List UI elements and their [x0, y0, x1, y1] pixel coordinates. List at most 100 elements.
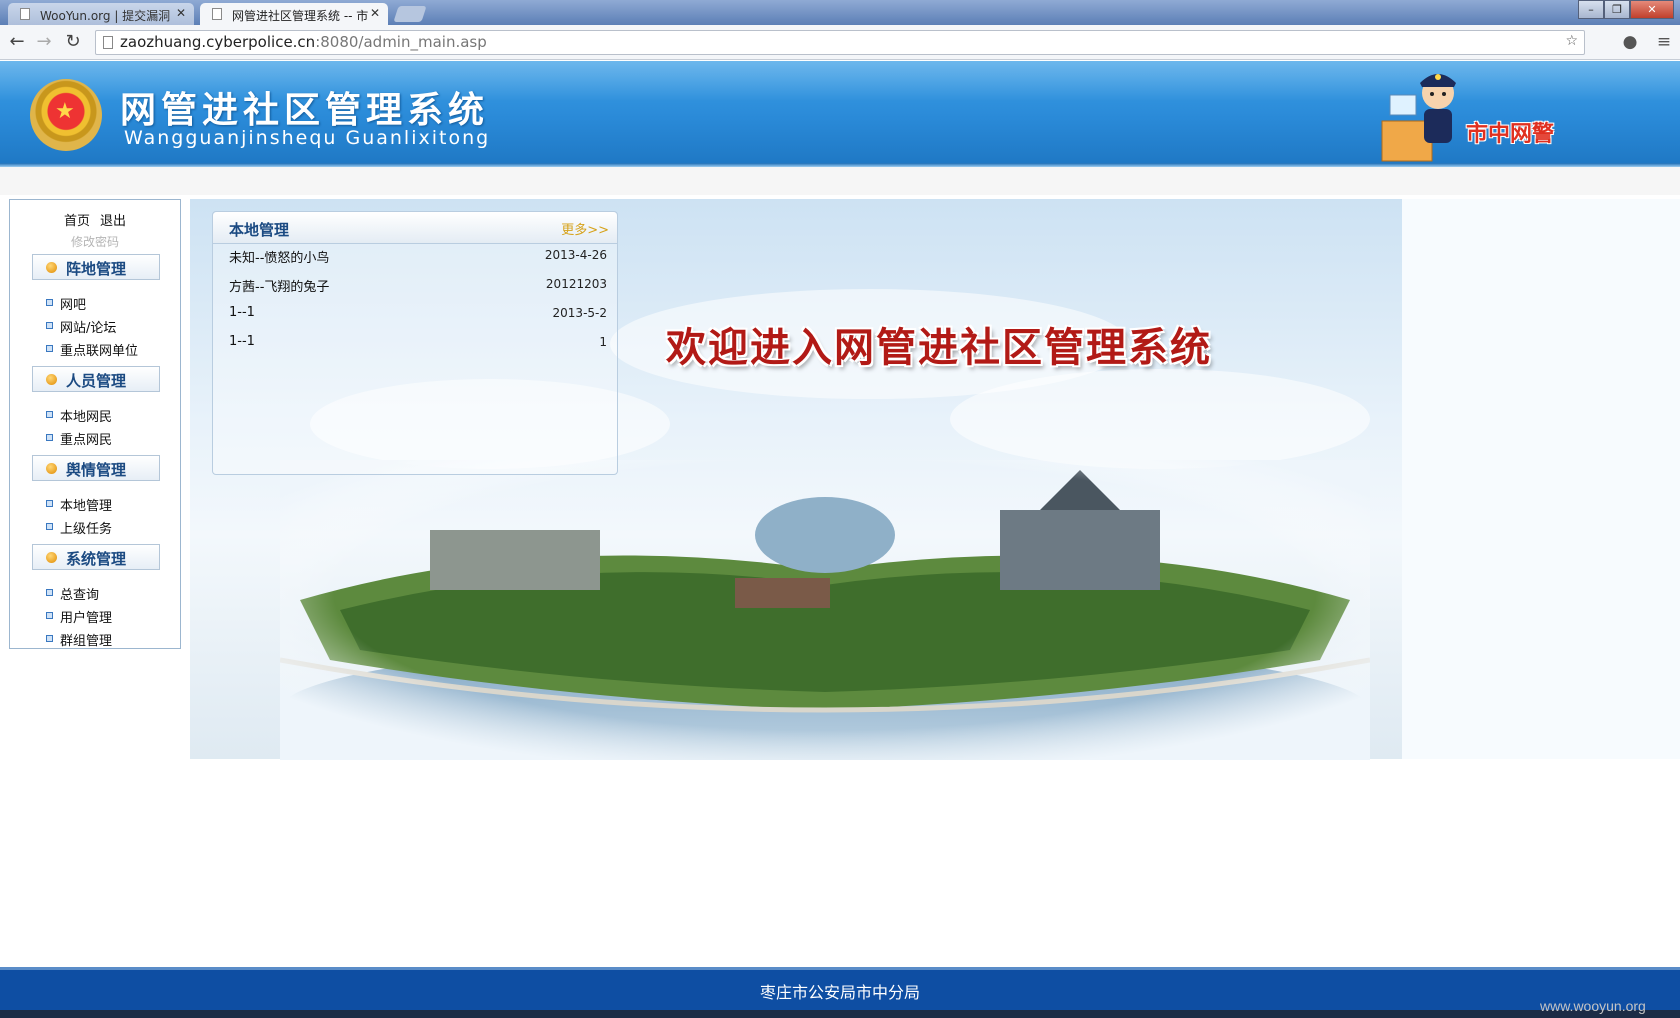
tab-admin-main[interactable]: 网管进社区管理系统 -- 市 ✕ [200, 3, 388, 25]
section-title: 系统管理 [66, 550, 127, 568]
section-opinion-management[interactable]: 舆情管理 [32, 455, 160, 481]
bullet-icon [46, 434, 53, 441]
bullet-icon [46, 345, 53, 352]
site-footer: 枣庄市公安局市中分局 [0, 970, 1680, 1010]
browser-titlebar: WooYun.org | 提交漏洞 ✕ 网管进社区管理系统 -- 市 ✕ – ❐… [0, 0, 1680, 25]
expand-orb-icon [46, 463, 57, 474]
os-taskbar [0, 1010, 1680, 1018]
expand-orb-icon [46, 262, 57, 273]
browser-toolbar: ← → ↻ zaozhuang.cyberpolice.cn:8080/admi… [0, 25, 1680, 60]
bullet-icon [46, 411, 53, 418]
close-window-button[interactable]: ✕ [1630, 0, 1674, 19]
park-landscape-illustration [280, 460, 1370, 760]
bullet-icon [46, 322, 53, 329]
list-item-title[interactable]: 1--1 [229, 305, 255, 320]
list-item: 1--1 1 [229, 332, 607, 354]
list-item-date: 2013-5-2 [552, 306, 607, 320]
expand-orb-icon [46, 552, 57, 563]
window-controls: – ❐ ✕ [1578, 0, 1674, 19]
list-item: 方茜--飞翔的兔子 20121203 [229, 274, 607, 296]
list-item: 未知--愤怒的小鸟 2013-4-26 [229, 245, 607, 267]
logout-link[interactable]: 退出 [100, 214, 126, 229]
bullet-icon [46, 635, 53, 642]
bullet-icon [46, 500, 53, 507]
bullet-icon [46, 523, 53, 530]
sidebar-item-website-forum[interactable]: 网站/论坛 [46, 317, 116, 336]
restore-button[interactable]: ❐ [1604, 0, 1630, 19]
section-position-management[interactable]: 阵地管理 [32, 254, 160, 280]
section-title: 人员管理 [66, 372, 127, 390]
forward-arrow-icon[interactable]: → [33, 31, 55, 53]
site-header: ★ 网管进社区管理系统 Wangguanjinshequ Guanlixiton… [0, 61, 1680, 165]
page-icon [212, 8, 222, 20]
list-item: 1--1 2013-5-2 [229, 303, 607, 325]
close-icon[interactable]: ✕ [176, 6, 186, 20]
sidebar: 首页 退出 修改密码 阵地管理 网吧 网站/论坛 重点联网单位 人员管理 本地网民… [9, 199, 181, 649]
footer-text: 枣庄市公安局市中分局 [759, 983, 920, 1002]
sidebar-item-internet-cafe[interactable]: 网吧 [46, 294, 86, 313]
sidebar-item-label: 总查询 [60, 588, 100, 603]
home-link[interactable]: 首页 [64, 214, 90, 229]
police-brand-text: 市中网警 [1466, 121, 1555, 147]
sidebar-item-superior-tasks[interactable]: 上级任务 [46, 518, 112, 537]
sidebar-item-label: 本地网民 [60, 410, 113, 425]
sidebar-item-user-management[interactable]: 用户管理 [46, 607, 112, 626]
sidebar-item-label: 本地管理 [60, 499, 113, 514]
list-item-date: 20121203 [545, 277, 607, 291]
system-title: 网管进社区管理系统 [120, 89, 490, 131]
back-arrow-icon[interactable]: ← [6, 31, 28, 53]
section-title: 舆情管理 [66, 461, 127, 479]
page-icon [103, 36, 113, 49]
minimize-button[interactable]: – [1578, 0, 1604, 19]
sidebar-item-key-netizens[interactable]: 重点网民 [46, 429, 112, 448]
menu-icon[interactable]: ≡ [1652, 30, 1676, 54]
sidebar-item-local-management[interactable]: 本地管理 [46, 495, 112, 514]
url-host: zaozhuang.cyberpolice.cn [120, 33, 316, 51]
page-icon [20, 8, 30, 20]
list-item-title[interactable]: 1--1 [229, 334, 255, 349]
list-item-title[interactable]: 未知--愤怒的小鸟 [229, 247, 329, 266]
sidebar-item-general-query[interactable]: 总查询 [46, 584, 99, 603]
section-system-management[interactable]: 系统管理 [32, 544, 160, 570]
address-bar[interactable]: zaozhuang.cyberpolice.cn:8080/admin_main… [95, 30, 1585, 55]
sidebar-item-group-management[interactable]: 群组管理 [46, 630, 112, 649]
expand-orb-icon [46, 374, 57, 385]
sidebar-item-label: 网吧 [60, 298, 87, 313]
police-emblem-icon: ★ [30, 79, 102, 151]
change-password-link[interactable]: 修改密码 [10, 233, 180, 250]
sub-bar [0, 167, 1680, 195]
bullet-icon [46, 589, 53, 596]
more-link[interactable]: 更多>> [561, 219, 609, 238]
right-blank-area [1402, 199, 1680, 759]
sidebar-item-key-units[interactable]: 重点联网单位 [46, 340, 138, 359]
url-path: :8080/admin_main.asp [315, 33, 487, 51]
system-title-pinyin: Wangguanjinshequ Guanlixitong [124, 127, 491, 149]
tab-label: WooYun.org | 提交漏洞 [40, 9, 171, 23]
tab-wooyun[interactable]: WooYun.org | 提交漏洞 ✕ [8, 3, 194, 25]
list-item-date: 2013-4-26 [544, 248, 607, 262]
sidebar-item-label: 上级任务 [60, 522, 113, 537]
tab-label: 网管进社区管理系统 -- 市 [232, 9, 369, 23]
cookie-icon[interactable]: ● [1618, 30, 1642, 54]
welcome-title: 欢迎进入网管进社区管理系统 [666, 324, 1212, 371]
sidebar-item-local-netizens[interactable]: 本地网民 [46, 406, 112, 425]
watermark: www.wooyun.org [1540, 998, 1646, 1014]
panel-title: 本地管理 [229, 221, 290, 239]
reload-icon[interactable]: ↻ [62, 31, 84, 53]
close-icon[interactable]: ✕ [370, 6, 380, 20]
panel-header: 本地管理 更多>> [213, 212, 617, 244]
bullet-icon [46, 612, 53, 619]
section-title: 阵地管理 [66, 260, 127, 278]
new-tab-button[interactable] [393, 6, 427, 22]
list-item-title[interactable]: 方茜--飞翔的兔子 [229, 276, 329, 295]
top-links: 首页 退出 [10, 210, 180, 229]
sidebar-item-label: 重点联网单位 [60, 344, 139, 359]
sidebar-item-label: 重点网民 [60, 433, 113, 448]
section-personnel-management[interactable]: 人员管理 [32, 366, 160, 392]
list-item-date: 1 [599, 335, 607, 349]
local-management-panel: 本地管理 更多>> 未知--愤怒的小鸟 2013-4-26 方茜--飞翔的兔子 … [212, 211, 618, 475]
sidebar-item-label: 群组管理 [60, 634, 113, 649]
police-cartoon-icon [1381, 74, 1456, 162]
bullet-icon [46, 299, 53, 306]
bookmark-star-icon[interactable]: ☆ [1565, 33, 1578, 49]
